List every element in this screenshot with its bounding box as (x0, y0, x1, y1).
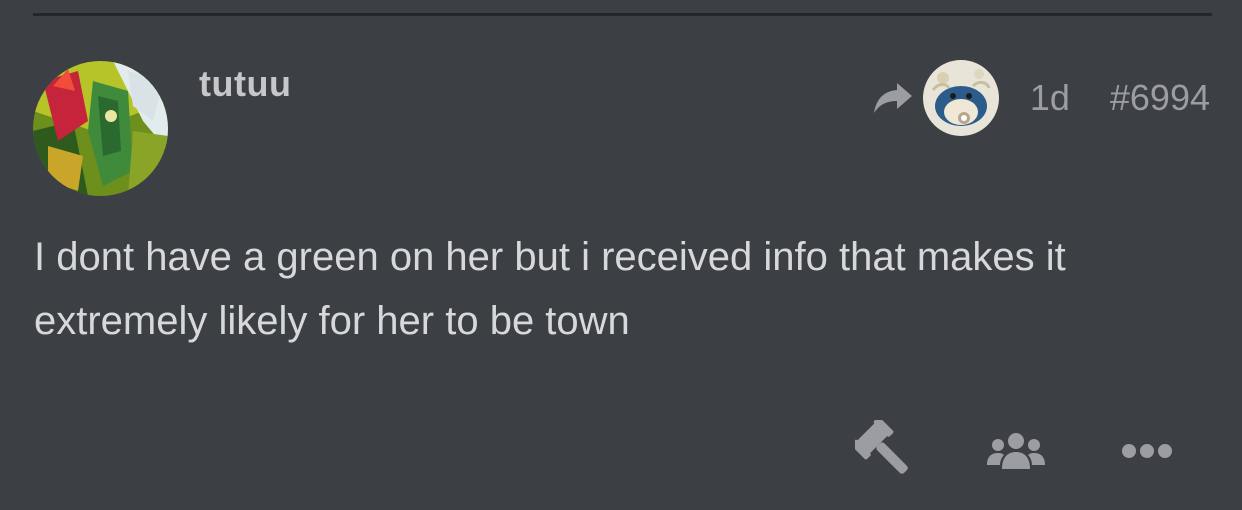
author-avatar[interactable] (33, 61, 168, 196)
reply-arrow-icon[interactable] (873, 81, 913, 115)
reply-to-avatar[interactable] (922, 60, 999, 136)
author-name[interactable]: tutuu (199, 63, 291, 105)
users-button[interactable] (986, 431, 1046, 471)
more-icon (1122, 444, 1172, 458)
post-date[interactable]: 1d (1030, 77, 1070, 119)
users-icon (987, 433, 1045, 469)
author-avatar-image (33, 61, 168, 196)
reply-avatar-image (922, 60, 999, 136)
post-actions (855, 420, 1177, 482)
more-button[interactable] (1117, 441, 1177, 461)
post-meta: 1d #6994 (873, 60, 1210, 136)
gavel-button[interactable] (855, 420, 915, 482)
gavel-icon (855, 420, 908, 474)
post-body-line: I dont have a green on her but i receive… (34, 235, 1066, 279)
post-number[interactable]: #6994 (1110, 77, 1210, 119)
post-body-line: extremely likely for her to be town (34, 299, 630, 343)
post-body: I dont have a green on her but i receive… (34, 225, 1214, 353)
post: tutuu 1d #6994 I dont have a green on he… (0, 0, 1242, 510)
